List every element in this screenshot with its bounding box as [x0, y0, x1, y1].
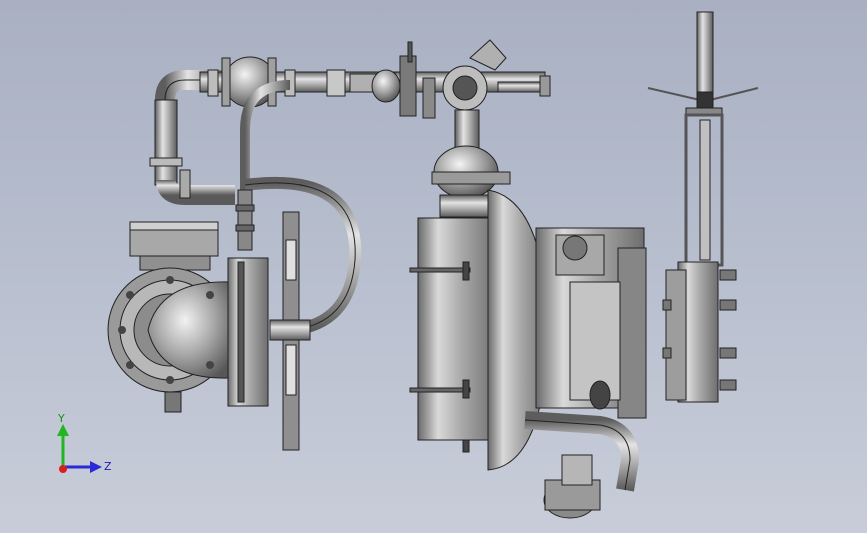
- z-axis-arrow: [90, 461, 102, 473]
- drum-body: [417, 217, 499, 441]
- graphics-viewport[interactable]: Y Z: [0, 0, 867, 533]
- center-valve-stack[interactable]: [371, 39, 551, 218]
- center-drum-assembly[interactable]: [409, 189, 647, 519]
- left-pump-assembly[interactable]: [107, 56, 411, 451]
- knife-gate-valve[interactable]: [647, 11, 759, 403]
- x-axis-dot: [59, 465, 67, 473]
- y-axis-label: Y: [57, 412, 65, 425]
- pipe-vertical-left: [154, 99, 178, 186]
- view-orientation-triad[interactable]: Y Z: [48, 412, 118, 482]
- cad-model[interactable]: [0, 0, 867, 533]
- flange-plate-left: [227, 257, 269, 407]
- z-axis-label: Z: [104, 460, 112, 473]
- y-axis-arrow: [57, 424, 69, 436]
- gate-valve-top: [469, 39, 507, 71]
